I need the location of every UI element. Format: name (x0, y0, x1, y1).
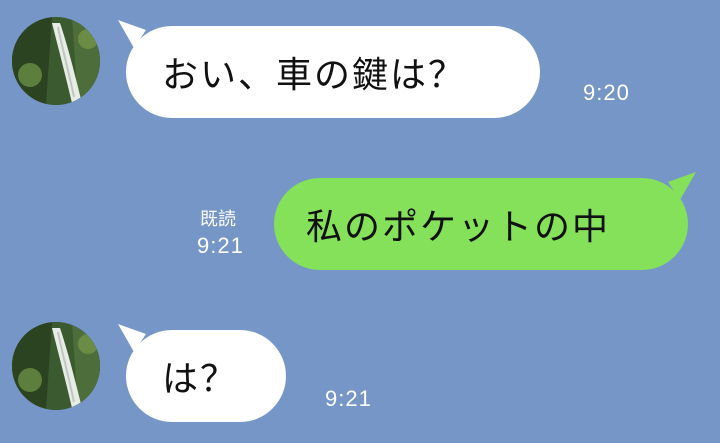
message-timestamp: 9:21 (197, 233, 244, 258)
message-timestamp: 9:21 (325, 386, 372, 411)
waterfall-avatar-icon (12, 17, 100, 105)
incoming-message-bubble[interactable]: おい、車の鍵は？ (126, 26, 540, 118)
message-text: 私のポケットの中 (306, 207, 611, 248)
incoming-message-bubble[interactable]: は？ (126, 330, 286, 422)
bubble-tail (118, 324, 146, 352)
message-text: は？ (162, 359, 239, 400)
outgoing-message-bubble[interactable]: 私のポケットの中 (274, 178, 688, 270)
bubble-tail (668, 172, 696, 200)
bubble-tail (118, 20, 146, 48)
waterfall-avatar-icon (12, 322, 100, 410)
message-text: おい、車の鍵は？ (162, 55, 467, 96)
read-receipt: 既読 (200, 209, 236, 230)
contact-avatar[interactable] (12, 322, 100, 410)
contact-avatar[interactable] (12, 17, 100, 105)
message-timestamp: 9:20 (583, 80, 630, 105)
